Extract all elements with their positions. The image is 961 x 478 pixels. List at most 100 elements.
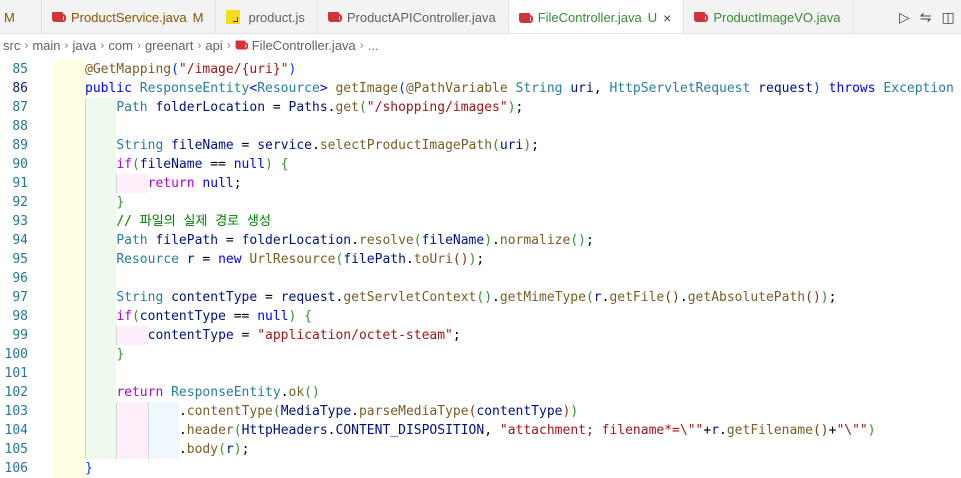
run-icon[interactable]: ▷ [899, 9, 910, 26]
indent-rainbow [53, 79, 85, 98]
indent-rainbow [147, 440, 179, 459]
tab-label: ProductImageVO.java [713, 9, 841, 25]
code-editor[interactable]: 85 @GetMapping("/image/{uri}") 86 public Re… [0, 60, 961, 478]
code-token: String [515, 81, 571, 96]
indent-rainbow [85, 364, 117, 383]
code-token: . [351, 404, 359, 419]
tab-label: FileController.java [537, 10, 642, 25]
breadcrumb-item[interactable]: greenart [145, 38, 193, 53]
code-token: ) [867, 423, 876, 438]
close-icon[interactable]: × [663, 10, 671, 26]
breadcrumb-item[interactable]: src [3, 38, 20, 53]
code-line: 97 String contentType = request. getServle… [0, 288, 961, 307]
indent-guide [85, 174, 86, 193]
line-number: 85 [12, 62, 28, 77]
code-token: () [812, 423, 829, 438]
breadcrumb-item[interactable]: api [205, 38, 222, 53]
indent-guide [85, 155, 86, 174]
code-line: 87 Path folderLocation = Paths.get("/shop… [0, 98, 961, 117]
code-token: filePath [155, 233, 219, 248]
code-token: contentType [171, 290, 258, 305]
code-text: String fileName = service.selectProductI… [116, 136, 539, 155]
indent-rainbow [53, 193, 85, 212]
indent-rainbow [53, 459, 85, 478]
code-token: } [116, 195, 125, 210]
code-token: Paths [288, 100, 328, 115]
indent-rainbow [53, 288, 85, 307]
indent-rainbow [85, 421, 117, 440]
indent-rainbow [53, 307, 85, 326]
indent-guide [147, 402, 149, 421]
indent-guide [116, 326, 118, 345]
indent-rainbow [85, 345, 117, 364]
tab-active[interactable]: FileController.java U × [508, 0, 685, 33]
code-line: 86 public ResponseEntity<Resource> getIma… [0, 79, 961, 98]
code-token: ; [531, 138, 539, 153]
code-token: getAbsolutePath [687, 290, 806, 305]
chevron-right-icon: › [64, 38, 69, 52]
split-editor-icon[interactable]: ◫ [942, 9, 955, 26]
indent-rainbow [85, 326, 117, 345]
indent-guide [85, 193, 86, 212]
indent-rainbow [53, 345, 85, 364]
indent-rainbow [53, 136, 85, 155]
tab[interactable]: ProductService.java M [42, 0, 217, 33]
code-token: = [194, 252, 219, 267]
code-token: ; [476, 252, 485, 267]
code-token: ( [131, 309, 140, 324]
tab[interactable]: ProductAPIController.java [318, 0, 509, 33]
breadcrumb-item[interactable]: ... [368, 38, 379, 53]
line-number: 92 [12, 195, 28, 210]
code-token: ok [288, 385, 305, 400]
line-number: 99 [12, 328, 28, 343]
code-token: Path [116, 100, 156, 115]
code-text: return null; [148, 174, 242, 193]
indent-rainbow [53, 421, 85, 440]
code-token: . [351, 233, 359, 248]
breadcrumb-item[interactable]: java [73, 38, 97, 53]
indent-rainbow [53, 231, 85, 250]
code-token: uri [499, 138, 524, 153]
code-token: Resource [257, 81, 320, 96]
tab[interactable]: product.js [216, 0, 318, 33]
tab-label: ProductService.java [71, 9, 187, 25]
code-text: if(contentType == null) { [116, 307, 312, 326]
code-token: MediaType [280, 404, 352, 419]
code-token: ) [820, 290, 829, 305]
code-token: . [327, 423, 336, 438]
indent-rainbow [116, 174, 148, 193]
code-token: CONTENT_DISPOSITION [335, 423, 485, 438]
tab[interactable]: ProductImageVO.java [684, 0, 854, 33]
code-token: . [178, 423, 187, 438]
indent-guide [85, 98, 86, 117]
tab[interactable]: M [0, 0, 42, 33]
indent-guide [116, 421, 118, 440]
code-token: () [452, 252, 469, 267]
chevron-right-icon: › [226, 38, 231, 52]
breadcrumb-item[interactable]: main [32, 38, 60, 53]
code-text: String contentType = request. getServletC… [116, 288, 836, 307]
indent-guide [85, 269, 86, 288]
breadcrumb-item[interactable]: com [108, 38, 133, 53]
code-token: get [335, 100, 359, 115]
code-token: ( [233, 423, 242, 438]
code-line: 105 .body(r); [0, 440, 961, 459]
indent-rainbow [85, 212, 117, 231]
code-token: "attachment; filename*=\"" [499, 423, 704, 438]
code-token: ( [218, 442, 226, 457]
compare-changes-icon[interactable]: ⇋ [920, 9, 932, 26]
indent-rainbow [85, 136, 117, 155]
indent-guide [85, 231, 86, 250]
code-text: contentType = "application/octet-steam"; [148, 326, 461, 345]
code-token: ; [241, 442, 250, 457]
code-token: ( [272, 404, 281, 419]
line-number: 103 [4, 404, 28, 419]
code-text: .body(r); [179, 440, 249, 459]
code-token: = [218, 233, 242, 248]
code-token: "/image/{uri}" [178, 62, 289, 77]
code-token: ) [265, 157, 273, 172]
indent-rainbow [53, 440, 85, 459]
indent-rainbow [85, 383, 117, 402]
code-token: , [484, 423, 500, 438]
breadcrumb-item[interactable]: FileController.java [252, 38, 356, 53]
